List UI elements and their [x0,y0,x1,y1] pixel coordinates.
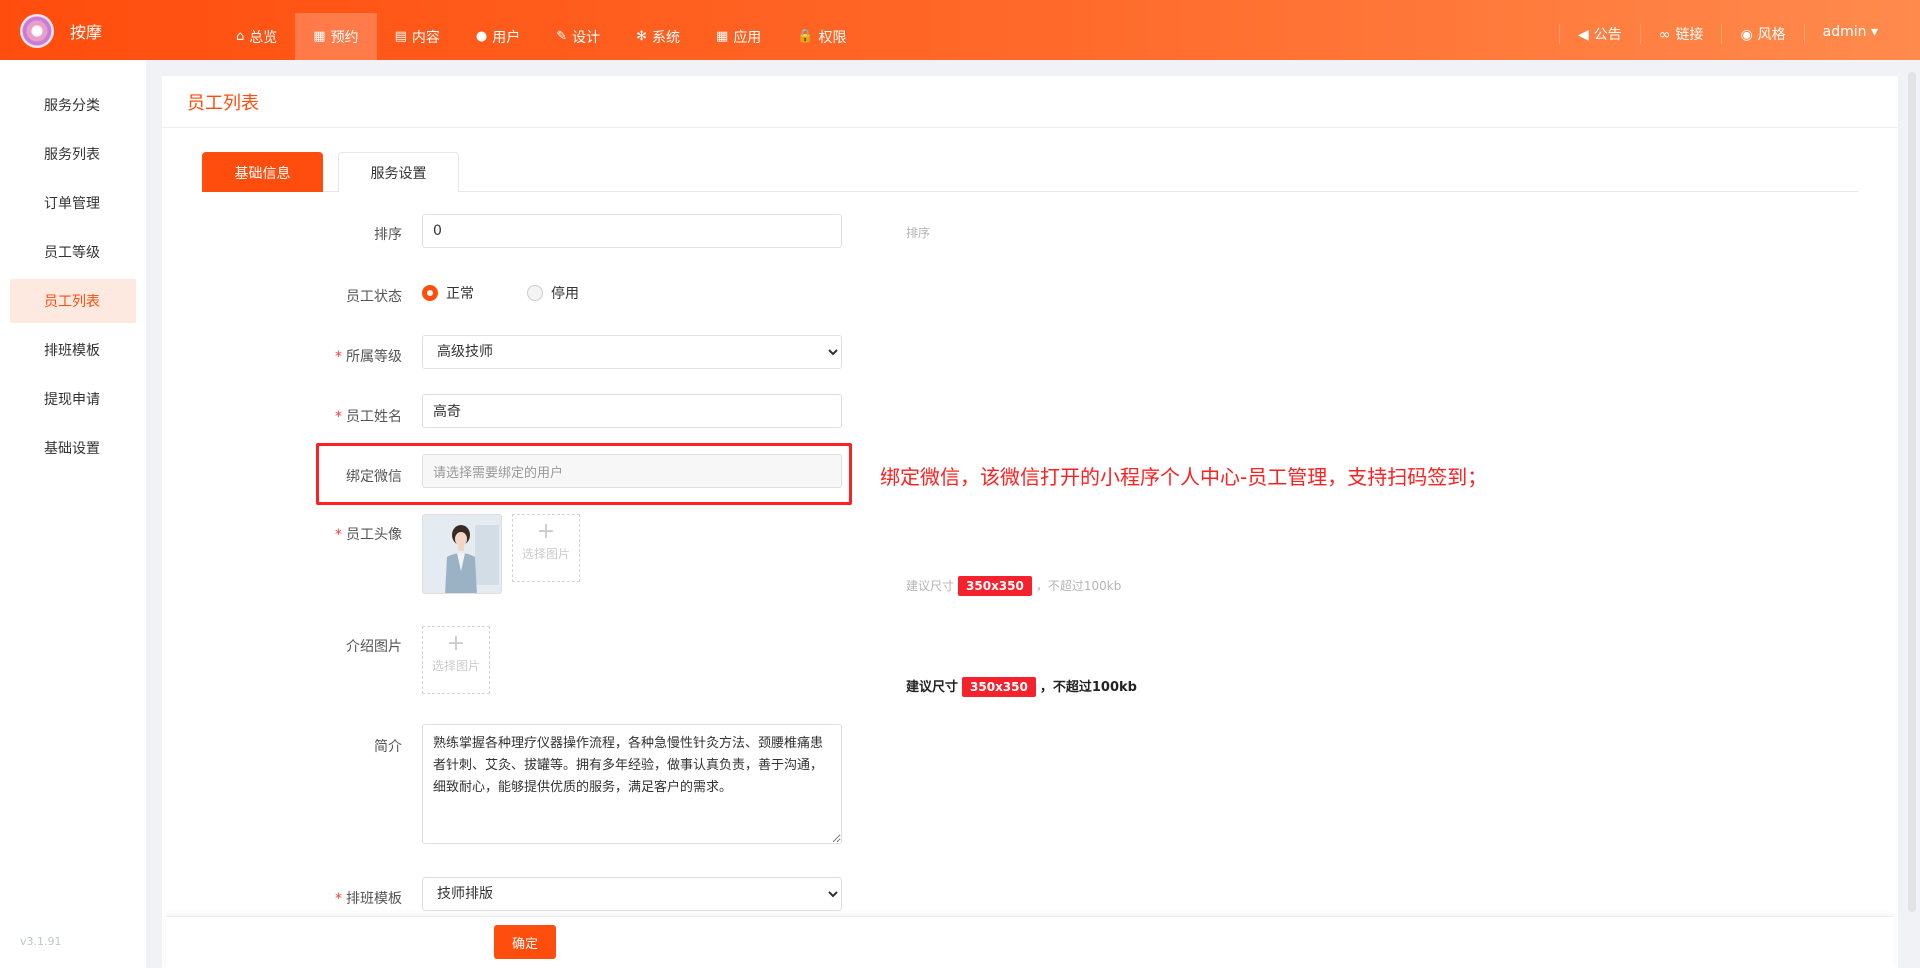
nav-item-users[interactable]: ● 用户 [458,13,538,60]
nav-item-content[interactable]: ▤ 内容 [377,13,458,60]
radio-checked-icon [422,285,438,301]
schedule-label: * 排班模板 [335,891,402,907]
nav-item-overview[interactable]: ⌂ 总览 [218,13,295,60]
nav-item-apps[interactable]: ▦ 应用 [698,13,779,60]
sidebar-item-staff-list[interactable]: 员工列表 [10,279,136,323]
sidebar-item-staff-levels[interactable]: 员工等级 [10,230,136,274]
tab-bar: 基础信息 服务设置 [202,152,1858,192]
confirm-button[interactable]: 确定 [494,925,556,959]
nav-style[interactable]: ◉ 风格 [1721,24,1803,44]
user-icon: ● [475,29,488,44]
avatar-hint: 建议尺寸 350x350 ，不超过100kb [906,576,1121,596]
lock-icon: 🔒 [797,29,814,44]
radio-unchecked-icon [527,285,543,301]
user-menu[interactable]: admin ▾ [1803,24,1896,44]
sidebar-item-withdrawals[interactable]: 提现申请 [10,377,136,421]
staff-photo [423,515,501,593]
sidebar: 服务分类 服务列表 订单管理 员工等级 员工列表 排班模板 提现申请 基础设置 … [0,60,146,968]
calendar-icon: ▦ [313,29,326,44]
avatar-label: * 员工头像 [335,527,402,543]
sidebar-item-service-category[interactable]: 服务分类 [10,83,136,127]
bio-textarea[interactable]: 熟练掌握各种理疗仪器操作流程，各种急慢性针灸方法、颈腰椎痛患者针刺、艾灸、拔罐等… [422,724,842,844]
palette-icon: ◉ [1740,27,1753,43]
status-radio-disabled[interactable]: 停用 [527,283,579,303]
wechat-highlight-box [316,443,852,505]
form-footer [166,916,1894,968]
avatar-upload[interactable]: + 选择图片 [512,514,580,582]
main-content: 员工列表 基础信息 服务设置 排序 0 排序 员工状态 正常 停用 * 所属等级 … [162,76,1898,968]
plus-icon: + [536,519,556,544]
apps-icon: ▦ [716,29,729,44]
intro-images-upload[interactable]: + 选择图片 [422,626,490,694]
right-nav: ◀ 公告 ∞ 链接 ◉ 风格 admin ▾ [1558,24,1896,44]
level-select[interactable]: 高级技师 [422,335,842,369]
intro-images-label: 介绍图片 [346,639,402,655]
page-title: 员工列表 [162,76,1898,128]
nav-item-system[interactable]: ✻ 系统 [618,13,698,60]
page-scrollbar[interactable] [1908,72,1916,912]
sidebar-item-settings[interactable]: 基础设置 [10,426,136,470]
name-input[interactable]: 高奇 [422,394,842,428]
brand-name: 按摩 [70,23,103,42]
nav-item-design[interactable]: ✎ 设计 [538,13,618,60]
main-nav: ⌂ 总览 ▦ 预约 ▤ 内容 ● 用户 ✎ 设计 ✻ 系统 ▦ 应用 🔒 权限 [218,13,865,60]
nav-links[interactable]: ∞ 链接 [1639,24,1722,44]
sort-label: 排序 [374,227,402,243]
nav-announcement[interactable]: ◀ 公告 [1558,24,1640,44]
status-radio-normal[interactable]: 正常 [422,283,474,303]
nav-item-permissions[interactable]: 🔒 权限 [779,13,864,60]
brush-icon: ✎ [556,29,568,44]
sidebar-item-service-list[interactable]: 服务列表 [10,132,136,176]
gear-icon: ✻ [636,29,648,44]
status-label: 员工状态 [346,289,402,305]
top-navbar: 按摩 ⌂ 总览 ▦ 预约 ▤ 内容 ● 用户 ✎ 设计 ✻ 系统 ▦ 应用 🔒 权限 ◀ 公告 ∞… [0,0,1920,60]
intro-images-hint: 建议尺寸 350x350 ，不超过100kb [906,676,1137,697]
sidebar-item-schedule-templates[interactable]: 排班模板 [10,328,136,372]
level-label: * 所属等级 [335,349,402,365]
version-label: v3.1.91 [20,935,62,948]
sort-hint: 排序 [906,226,931,240]
sort-input[interactable]: 0 [422,214,842,248]
logo-icon [20,14,54,48]
wechat-annotation: 绑定微信，该微信打开的小程序个人中心-员工管理，支持扫码签到； [880,465,1488,489]
sidebar-item-orders[interactable]: 订单管理 [10,181,136,225]
document-icon: ▤ [394,29,407,44]
nav-item-booking[interactable]: ▦ 预约 [295,13,377,60]
megaphone-icon: ◀ [1577,27,1589,43]
link-icon: ∞ [1658,27,1671,43]
home-icon: ⌂ [236,29,245,44]
tab-service-settings[interactable]: 服务设置 [338,152,459,192]
plus-icon: + [446,631,466,656]
name-label: * 员工姓名 [335,409,402,425]
tab-basic-info[interactable]: 基础信息 [202,152,323,192]
avatar-image[interactable] [422,514,502,594]
schedule-select[interactable]: 技师排版 [422,877,842,911]
bio-label: 简介 [374,739,402,755]
